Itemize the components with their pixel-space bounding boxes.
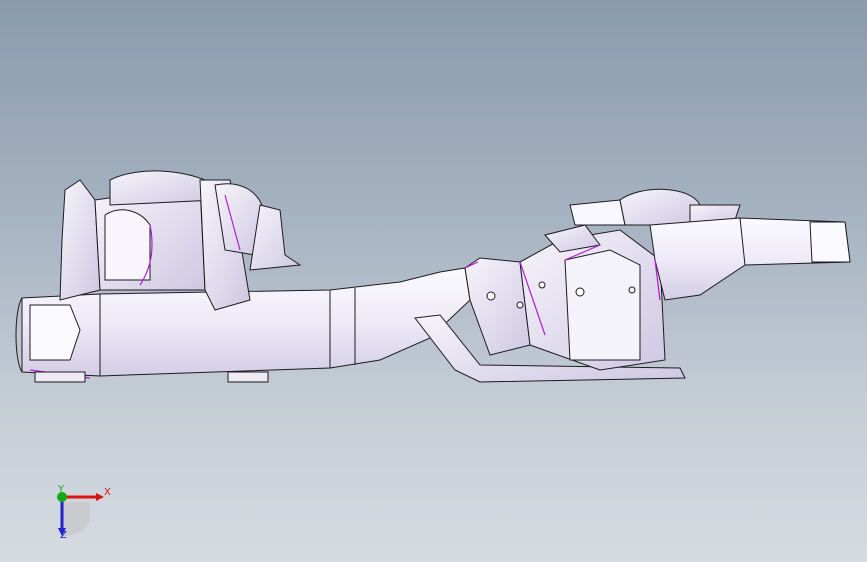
x-axis-arrowhead <box>96 493 104 501</box>
y-axis-label: Y <box>58 484 65 495</box>
left-mount <box>59 170 302 311</box>
right-tube <box>649 217 851 301</box>
graphics-viewport[interactable]: X Y Z <box>0 0 867 562</box>
3d-model-view[interactable] <box>0 0 867 562</box>
z-axis-label: Z <box>60 530 67 541</box>
x-axis-label: X <box>104 487 111 498</box>
